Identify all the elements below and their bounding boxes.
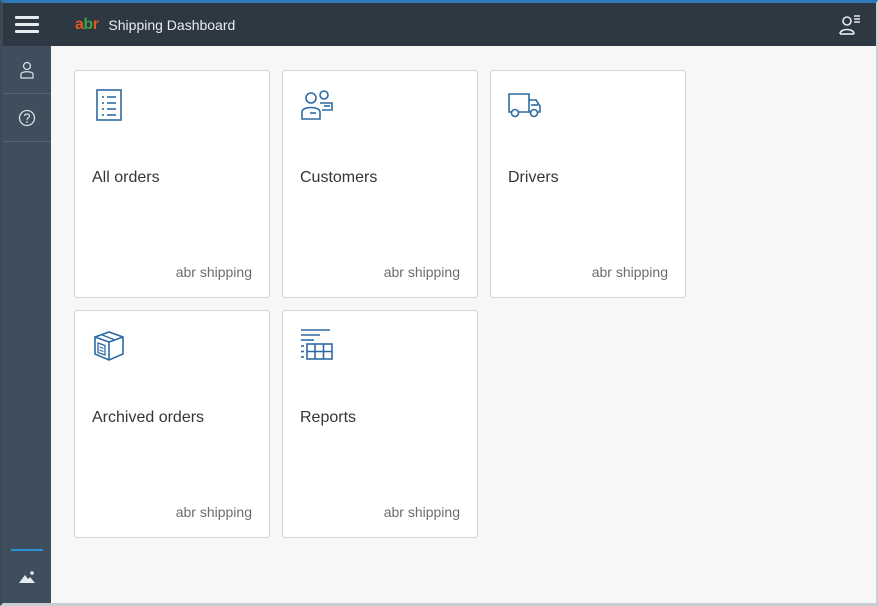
tile-footer: abr shipping [175,504,252,520]
user-menu-button[interactable] [838,13,862,37]
sidebar-item-help[interactable] [3,94,51,142]
tile-drivers[interactable]: Drivers abr shipping [490,70,686,298]
menu-button[interactable] [3,3,51,46]
tile-title: All orders [92,169,160,186]
shell-header: abr Shipping Dashboard [3,3,876,46]
side-navigation [3,46,51,603]
tile-footer: abr shipping [383,504,460,520]
tile-archived-orders[interactable]: Archived orders abr shipping [74,310,270,538]
tile-title: Archived orders [92,409,205,426]
image-icon [19,571,35,583]
user-settings-icon [839,15,860,35]
tile-footer: abr shipping [383,264,460,280]
tile-customers[interactable]: Customers abr shipping [282,70,478,298]
help-icon [18,109,36,126]
app-title: Shipping Dashboard [108,16,236,33]
tile-title: Reports [300,409,357,426]
sidebar-item-gallery[interactable] [3,551,51,603]
company-logo[interactable]: abr [75,16,99,34]
tile-all-orders[interactable]: All orders abr shipping [74,70,270,298]
tile-title: Drivers [508,169,559,186]
tile-container: All orders abr shipping Customers abr sh… [51,46,876,603]
archive-box-icon [94,331,124,361]
truck-icon [508,93,541,118]
hamburger-icon [15,12,39,37]
customers-icon [301,90,333,120]
document-list-icon [96,89,122,121]
sidebar-item-profile[interactable] [3,46,51,94]
tile-footer: abr shipping [591,264,668,280]
sidebar-footer [3,549,51,603]
tile-footer: abr shipping [175,264,252,280]
tile-title: Customers [300,169,378,186]
app-window: abr Shipping Dashboard All orders abr sh… [0,0,878,606]
tile-reports[interactable]: Reports abr shipping [282,310,478,538]
report-table-icon [301,329,333,360]
person-icon [20,61,34,79]
